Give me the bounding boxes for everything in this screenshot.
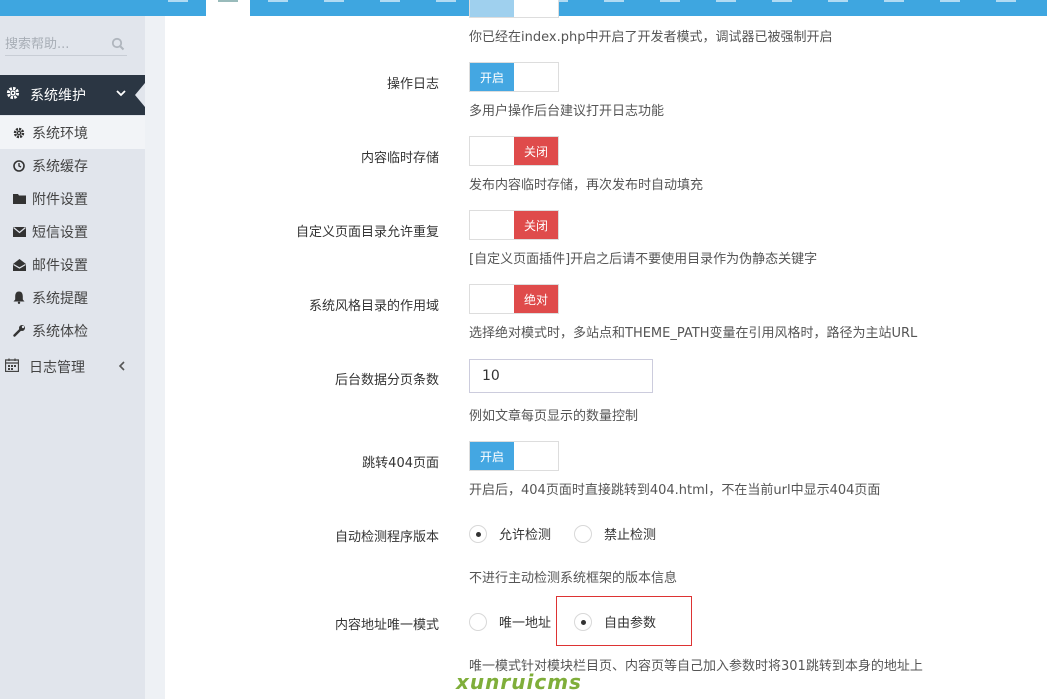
themescope-switch[interactable]: 绝对 <box>469 284 559 314</box>
jump404-label: 跳转404页面 <box>362 456 439 471</box>
version-check-label: 自动检测程序版本 <box>334 530 439 545</box>
url-mode-label: 内容地址唯一模式 <box>334 618 439 633</box>
pagedir-switch[interactable]: 关闭 <box>469 210 559 240</box>
switch-blank-segment <box>470 285 514 313</box>
developer-mode-help: 你已经在index.php中开启了开发者模式，调试器已被强制开启 <box>469 30 833 45</box>
switch-blank-segment <box>514 63 558 91</box>
switch-on-segment: 开启 <box>470 63 514 91</box>
tempstore-switch[interactable]: 关闭 <box>469 136 559 166</box>
sidebar-item-label: 附件设置 <box>32 191 88 208</box>
radio-label: 允许检测 <box>499 528 552 543</box>
sidebar-item-label: 邮件设置 <box>32 257 88 274</box>
version-check-deny-radio[interactable]: 禁止检测 <box>574 524 656 543</box>
sidebar-item-label: 系统提醒 <box>32 290 88 307</box>
radio-circle <box>469 612 487 631</box>
sidebar-group-label: 系统维护 <box>30 88 86 104</box>
switch-on-segment <box>470 0 514 17</box>
top-nav-tabs <box>150 0 1034 16</box>
sidebar-item-label: 系统缓存 <box>32 158 88 175</box>
switch-blank-segment <box>470 211 514 239</box>
radio-circle <box>469 524 487 543</box>
oplog-label: 操作日志 <box>386 77 439 92</box>
sidebar-group-system-maintenance[interactable]: 系统维护 <box>0 75 145 115</box>
sidebar-item-email[interactable]: 邮件设置 <box>0 248 145 281</box>
top-nav-tab[interactable] <box>362 0 418 16</box>
radio-label: 唯一地址 <box>499 616 552 631</box>
top-nav-tab[interactable] <box>642 0 698 16</box>
gear-icon <box>6 86 20 104</box>
tempstore-label: 内容临时存储 <box>360 151 439 166</box>
clock-icon <box>12 159 26 173</box>
envelope-open-icon <box>12 258 26 272</box>
top-nav-tab[interactable] <box>250 0 306 16</box>
gear-icon <box>12 126 26 140</box>
top-nav-tab[interactable] <box>978 0 1034 16</box>
top-nav-tab-active[interactable] <box>206 0 250 16</box>
top-nav-tab[interactable] <box>810 0 866 16</box>
sidebar-group-label: 日志管理 <box>29 360 85 376</box>
top-nav-tab[interactable] <box>754 0 810 16</box>
calendar-icon <box>4 358 20 376</box>
sidebar-item-reminder[interactable]: 系统提醒 <box>0 281 145 314</box>
oplog-help: 多用户操作后台建议打开日志功能 <box>469 104 665 119</box>
sidebar-group-log-management[interactable]: 日志管理 <box>0 350 145 384</box>
chevron-left-icon <box>117 360 127 376</box>
sidebar-item-attachment[interactable]: 附件设置 <box>0 182 145 215</box>
themescope-help: 选择绝对模式时，多站点和THEME_PATH变量在引用风格时，路径为主站URL <box>469 326 918 341</box>
radio-circle <box>574 524 592 543</box>
annotation-highlight-box <box>556 596 692 646</box>
chevron-down-icon <box>115 87 127 103</box>
version-check-allow-radio[interactable]: 允许检测 <box>469 524 551 543</box>
pagesize-input[interactable] <box>469 359 653 393</box>
url-mode-unique-radio[interactable]: 唯一地址 <box>469 612 551 631</box>
top-nav-tab[interactable] <box>306 0 362 16</box>
pagesize-label: 后台数据分页条数 <box>334 373 439 388</box>
switch-blank-segment <box>514 0 558 17</box>
top-nav-tab[interactable] <box>150 0 206 16</box>
switch-blank-segment <box>470 137 514 165</box>
sidebar-item-system-env[interactable]: 系统环境 <box>0 116 145 149</box>
bell-icon <box>12 291 26 305</box>
settings-panel: 你已经在index.php中开启了开发者模式，调试器已被强制开启 操作日志 开启… <box>165 0 1047 699</box>
sidebar: 系统维护 系统环境 系统缓存 附件设置 短信设置 邮件设置 系统提醒 系统体检 … <box>0 16 145 699</box>
switch-blank-segment <box>514 442 558 470</box>
jump404-help: 开启后，404页面时直接跳转到404.html，不在当前url中显示404页面 <box>469 483 881 498</box>
top-nav-tab[interactable] <box>866 0 922 16</box>
pagedir-label: 自定义页面目录允许重复 <box>295 225 439 240</box>
active-indicator <box>135 83 145 107</box>
search-input[interactable] <box>5 34 103 54</box>
folder-icon <box>12 192 26 206</box>
sidebar-search <box>5 34 127 56</box>
top-nav-tab[interactable] <box>586 0 642 16</box>
developer-mode-switch[interactable] <box>469 0 559 18</box>
themescope-label: 系统风格目录的作用域 <box>308 299 439 314</box>
oplog-switch[interactable]: 开启 <box>469 62 559 92</box>
sidebar-item-checkup[interactable]: 系统体检 <box>0 314 145 347</box>
switch-off-segment: 关闭 <box>514 137 558 165</box>
tempstore-help: 发布内容临时存储，再次发布时自动填充 <box>469 178 704 193</box>
search-icon[interactable] <box>111 37 125 51</box>
version-check-help: 不进行主动检测系统框架的版本信息 <box>469 571 678 586</box>
sidebar-item-sms[interactable]: 短信设置 <box>0 215 145 248</box>
switch-off-segment: 关闭 <box>514 211 558 239</box>
jump404-switch[interactable]: 开启 <box>469 441 559 471</box>
top-nav-tab[interactable] <box>698 0 754 16</box>
envelope-icon <box>12 225 26 239</box>
top-nav-tab[interactable] <box>418 0 474 16</box>
top-nav-tab[interactable] <box>922 0 978 16</box>
pagesize-help: 例如文章每页显示的数量控制 <box>469 409 639 424</box>
switch-on-segment: 开启 <box>470 442 514 470</box>
sidebar-item-label: 短信设置 <box>32 224 88 241</box>
sidebar-item-system-cache[interactable]: 系统缓存 <box>0 149 145 182</box>
pagedir-help: [自定义页面插件]开启之后请不要使用目录作为伪静态关键字 <box>469 252 818 267</box>
switch-off-segment: 绝对 <box>514 285 558 313</box>
radio-label: 禁止检测 <box>604 528 657 543</box>
sidebar-item-label: 系统体检 <box>32 323 88 340</box>
watermark-logo: xunruicms <box>456 670 582 694</box>
wrench-icon <box>12 324 26 338</box>
sidebar-item-label: 系统环境 <box>32 125 88 142</box>
